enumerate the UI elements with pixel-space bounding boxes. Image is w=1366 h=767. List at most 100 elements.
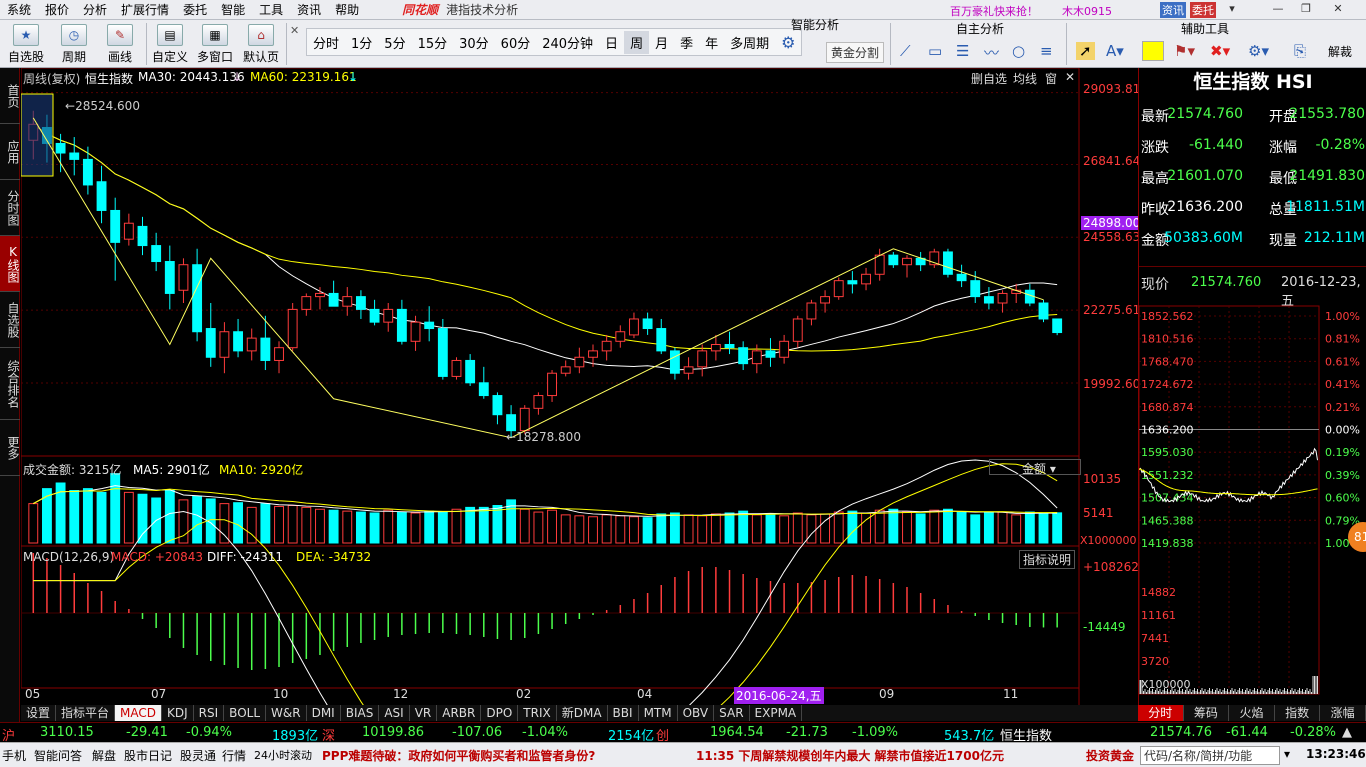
- volume-type-select[interactable]: 金额 ▾: [989, 459, 1081, 476]
- period-1min[interactable]: 1分: [345, 31, 378, 54]
- promo-link[interactable]: 百万豪礼快来抢！: [950, 3, 1038, 19]
- status-quote[interactable]: 行情: [222, 747, 246, 764]
- tab-arbr[interactable]: ARBR: [437, 705, 482, 721]
- ma-button[interactable]: 均线: [1013, 70, 1037, 87]
- menu-item-system[interactable]: 系统: [0, 1, 38, 18]
- tab-obv[interactable]: OBV: [678, 705, 715, 721]
- delete-tool-icon[interactable]: ✖▾: [1210, 42, 1230, 60]
- user-name[interactable]: 木木0915: [1062, 3, 1112, 19]
- line-tool-icon[interactable]: ⟋: [900, 42, 911, 60]
- status-mobile[interactable]: 手机: [2, 747, 26, 764]
- chart-canvas[interactable]: [21, 68, 1138, 705]
- nav-ranking[interactable]: 综合排名: [0, 348, 20, 420]
- period-60min[interactable]: 60分: [495, 31, 537, 54]
- search-dropdown-icon[interactable]: ▾: [1284, 747, 1290, 761]
- maximize-icon[interactable]: ❐: [1296, 2, 1316, 18]
- status-stock-link[interactable]: 股灵通: [180, 747, 216, 764]
- nav-kline[interactable]: K线图: [0, 236, 20, 292]
- period-day[interactable]: 日: [599, 31, 624, 54]
- minimize-icon[interactable]: —: [1268, 2, 1288, 18]
- menu-item-tools[interactable]: 工具: [252, 1, 290, 18]
- multi-window-button[interactable]: ▦ 多窗口: [194, 24, 236, 65]
- menu-item-ext-market[interactable]: 扩展行情: [114, 1, 176, 18]
- right-tab-3[interactable]: 指数: [1275, 705, 1321, 721]
- settings-tool-icon[interactable]: ⚙▾: [1248, 42, 1269, 60]
- tab-macd[interactable]: MACD: [115, 705, 163, 721]
- circle-tool-icon[interactable]: ○: [1012, 42, 1025, 60]
- cursor-tool-icon[interactable]: ➚: [1076, 42, 1095, 60]
- status-diary[interactable]: 股市日记: [124, 747, 172, 764]
- period-month[interactable]: 月: [649, 31, 674, 54]
- intraday-mini-chart[interactable]: 1852.562 1.00% 1810.516 0.81% 1768.470 0.61% 1…: [1139, 296, 1366, 704]
- nav-watchlist[interactable]: 自选股: [0, 292, 20, 348]
- status-analysis[interactable]: 解盘: [92, 747, 116, 764]
- idx-menu-icon[interactable]: ▲: [1342, 725, 1352, 740]
- period-multi[interactable]: 多周期: [724, 31, 775, 54]
- news-ticker-1[interactable]: PPP难题待破：政府如何平衡购买者和监管者身份?: [322, 747, 595, 764]
- rect-tool-icon[interactable]: ▭: [928, 42, 942, 60]
- chart-area[interactable]: 周线(复权) 恒生指数 MA30: 20443.136 ↓ MA60: 2231…: [21, 68, 1143, 718]
- default-page-button[interactable]: ⌂ 默认页: [240, 24, 282, 65]
- menu-item-smart[interactable]: 智能: [214, 1, 252, 18]
- tab-trix[interactable]: TRIX: [518, 705, 557, 721]
- draw-line-button[interactable]: ✎ 画线: [100, 24, 140, 65]
- right-tab-1[interactable]: 筹码: [1184, 705, 1230, 721]
- period-intraday[interactable]: 分时: [307, 31, 345, 54]
- indicator-help-button[interactable]: 指标说明: [1019, 550, 1076, 569]
- menu-item-analysis[interactable]: 分析: [76, 1, 114, 18]
- tab-wr[interactable]: W&R: [266, 705, 307, 721]
- gold-ad[interactable]: 投资黄金: [1086, 747, 1134, 764]
- tab-dpo[interactable]: DPO: [481, 705, 519, 721]
- custom-button[interactable]: ▤ 自定义: [150, 24, 190, 65]
- tab-[interactable]: 设置: [21, 705, 57, 721]
- status-qa[interactable]: 智能问答: [34, 747, 82, 764]
- menu-item-news[interactable]: 资讯: [290, 1, 328, 18]
- right-tab-0[interactable]: 分时: [1138, 705, 1184, 721]
- status-rolling[interactable]: 24小时滚动: [254, 747, 312, 763]
- watchlist-button[interactable]: ★ 自选股: [6, 24, 46, 65]
- tab-rsi[interactable]: RSI: [194, 705, 225, 721]
- settings-gear-icon[interactable]: ⚙: [775, 31, 801, 54]
- period-button[interactable]: ◷ 周期: [54, 24, 94, 65]
- nav-home[interactable]: 首页: [0, 68, 20, 124]
- window-button[interactable]: 窗: [1045, 70, 1057, 87]
- period-quarter[interactable]: 季: [674, 31, 699, 54]
- close-panel-icon[interactable]: ✕: [290, 24, 299, 37]
- text-tool-icon[interactable]: A▾: [1106, 42, 1124, 60]
- nav-apps[interactable]: 应用: [0, 124, 20, 180]
- tab-dma[interactable]: 新DMA: [557, 705, 608, 721]
- period-30min[interactable]: 30分: [453, 31, 495, 54]
- window-menu-icon[interactable]: ▾: [1222, 2, 1242, 18]
- news-button[interactable]: 资讯: [1160, 2, 1186, 18]
- tab-bias[interactable]: BIAS: [341, 705, 380, 721]
- period-240min[interactable]: 240分钟: [536, 31, 599, 54]
- period-year[interactable]: 年: [699, 31, 724, 54]
- fib-tool-icon[interactable]: ≡: [1040, 42, 1053, 60]
- search-input[interactable]: 代码/名称/简拼/功能: [1140, 746, 1280, 765]
- tab-vr[interactable]: VR: [410, 705, 438, 721]
- tab-kdj[interactable]: KDJ: [162, 705, 194, 721]
- menu-item-trade[interactable]: 委托: [176, 1, 214, 18]
- channel-tool-icon[interactable]: ☰: [956, 42, 969, 60]
- color-swatch[interactable]: [1142, 41, 1164, 61]
- unlock-button[interactable]: 解裁: [1328, 43, 1352, 60]
- right-tab-4[interactable]: 涨幅: [1320, 705, 1366, 721]
- tab-boll[interactable]: BOLL: [224, 705, 267, 721]
- menu-item-quote[interactable]: 报价: [38, 1, 76, 18]
- wave-tool-icon[interactable]: 〰: [984, 42, 999, 63]
- tab-expma[interactable]: EXPMA: [750, 705, 803, 721]
- menu-item-help[interactable]: 帮助: [328, 1, 366, 18]
- news-ticker-2[interactable]: 11:35 下周解禁规模创年内最大 解禁市值接近1700亿元: [696, 747, 1004, 764]
- close-chart-icon[interactable]: ✕: [1065, 70, 1075, 84]
- tab-[interactable]: 指标平台: [56, 705, 116, 721]
- period-week[interactable]: 周: [624, 30, 650, 54]
- golden-split-button[interactable]: 黄金分割: [826, 42, 885, 63]
- period-5min[interactable]: 5分: [378, 31, 411, 54]
- right-tab-2[interactable]: 火焰: [1229, 705, 1275, 721]
- nav-intraday[interactable]: 分时图: [0, 180, 20, 236]
- remove-watch-button[interactable]: 删自选: [971, 70, 1007, 87]
- tab-mtm[interactable]: MTM: [639, 705, 678, 721]
- tab-asi[interactable]: ASI: [379, 705, 410, 721]
- nav-more[interactable]: 更多: [0, 420, 20, 476]
- tab-sar[interactable]: SAR: [714, 705, 750, 721]
